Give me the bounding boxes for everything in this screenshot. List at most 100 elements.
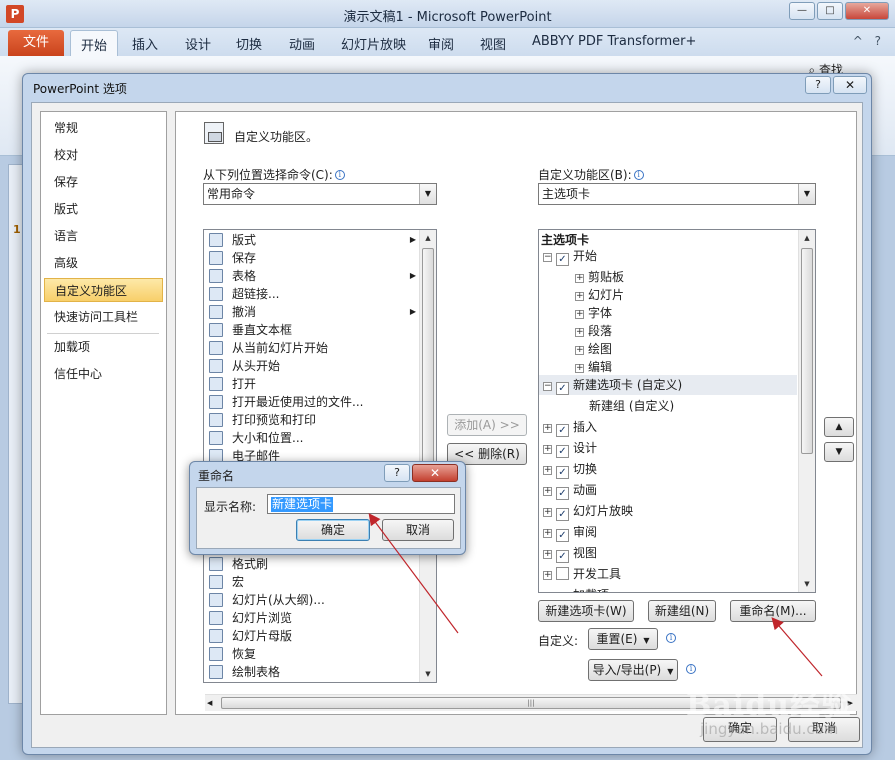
command-item[interactable]: 表格 ▶ [206, 267, 418, 285]
nav-layout[interactable]: 版式 [44, 197, 163, 221]
customize-ribbon-dropdown[interactable]: 主选项卡 ▼ [538, 183, 816, 205]
tree-item[interactable]: + 剪贴板 [539, 267, 797, 285]
tree-item[interactable]: + ✓ 审阅 [539, 522, 797, 542]
command-item[interactable]: 宏 [206, 573, 418, 591]
command-item[interactable]: 从当前幻灯片开始 [206, 339, 418, 357]
expand-icon[interactable]: + [543, 487, 552, 496]
tab-transitions[interactable]: 切换 [236, 34, 262, 53]
tree-item[interactable]: + 绘图 [539, 339, 797, 357]
command-item[interactable]: 版式 ▶ [206, 231, 418, 249]
tab-insert[interactable]: 插入 [132, 34, 158, 53]
command-item[interactable]: 恢复 [206, 645, 418, 663]
rename-ok-button[interactable]: 确定 [296, 519, 370, 541]
tab-abbyy[interactable]: ABBYY PDF Transformer+ [532, 34, 696, 49]
rename-cancel-button[interactable]: 取消 [382, 519, 454, 541]
tab-checkbox[interactable]: ✓ [556, 424, 569, 437]
expand-icon[interactable]: + [543, 445, 552, 454]
tree-item[interactable]: − ✓ 新建选项卡 (自定义) [539, 375, 797, 395]
dialog-close-button[interactable]: ✕ [833, 76, 867, 94]
tree-item[interactable]: + 段落 [539, 321, 797, 339]
expand-icon[interactable]: + [575, 346, 584, 355]
help-button[interactable]: ? [805, 76, 831, 94]
help-button[interactable]: ? [384, 464, 410, 482]
command-item[interactable]: 撤消 ▶ [206, 303, 418, 321]
rename-close-button[interactable]: ✕ [412, 464, 458, 482]
command-item[interactable]: 幻灯片母版 [206, 627, 418, 645]
expand-icon[interactable]: + [575, 364, 584, 373]
rename-button[interactable]: 重命名(M)... [730, 600, 816, 622]
move-down-button[interactable]: ▼ [824, 442, 854, 462]
nav-advanced[interactable]: 高级 [44, 251, 163, 275]
command-item[interactable]: 幻灯片浏览 [206, 609, 418, 627]
tab-slideshow[interactable]: 幻灯片放映 [341, 34, 406, 53]
tree-item[interactable]: − ✓ 开始 [539, 246, 797, 266]
commands-list[interactable]: 版式 ▶ 保存 表格 ▶ 超链接... 撤消 ▶ 垂直文本框 从当前幻灯片开始 从头开始 打开 打开最近… [203, 229, 437, 683]
scroll-up-arrow[interactable]: ▲ [420, 230, 436, 246]
command-item[interactable]: 大小和位置... [206, 429, 418, 447]
command-item[interactable]: 打开 [206, 375, 418, 393]
scroll-down-arrow[interactable]: ▼ [799, 576, 815, 592]
minimize-button[interactable]: — [789, 2, 815, 20]
tab-view[interactable]: 视图 [480, 34, 506, 53]
new-tab-button[interactable]: 新建选项卡(W) [538, 600, 634, 622]
nav-save[interactable]: 保存 [44, 170, 163, 194]
nav-proofing[interactable]: 校对 [44, 143, 163, 167]
nav-quick-access-toolbar[interactable]: 快速访问工具栏 [44, 305, 163, 329]
scroll-up-arrow[interactable]: ▲ [799, 230, 815, 246]
tab-checkbox[interactable]: ✓ [556, 445, 569, 458]
reset-button[interactable]: 重置(E) ▼ [588, 628, 658, 650]
expand-icon[interactable]: + [543, 424, 552, 433]
command-item[interactable]: 打印预览和打印 [206, 411, 418, 429]
ribbon-tree[interactable]: 主选项卡 − ✓ 开始 + 剪贴板 + 幻灯片 + 字体 + 段落 + 绘图 + 编辑 − ✓ 新建选项卡 (自定… [538, 229, 816, 593]
nav-add-ins[interactable]: 加载项 [44, 335, 163, 359]
scroll-left-arrow[interactable]: ◀ [207, 695, 212, 712]
nav-general[interactable]: 常规 [44, 116, 163, 140]
tree-item[interactable]: + 字体 [539, 303, 797, 321]
tree-item[interactable]: + 幻灯片 [539, 285, 797, 303]
command-item[interactable]: 格式刷 [206, 555, 418, 573]
tab-checkbox[interactable]: ✓ [556, 487, 569, 500]
tab-checkbox[interactable] [556, 567, 569, 580]
tab-animations[interactable]: 动画 [289, 34, 315, 53]
tab-checkbox[interactable]: ✓ [556, 382, 569, 395]
tab-checkbox[interactable]: ✓ [556, 253, 569, 266]
ribbon-options-icons[interactable]: ^ ? [853, 34, 885, 48]
command-item[interactable]: 幻灯片(从大纲)... [206, 591, 418, 609]
tab-checkbox[interactable]: ✓ [556, 592, 569, 593]
tab-home[interactable]: 开始 [70, 30, 119, 56]
expand-icon[interactable]: + [543, 529, 552, 538]
tree-item[interactable]: +✓加载项 [539, 585, 797, 593]
command-item[interactable]: 从头开始 [206, 357, 418, 375]
tree-item[interactable]: 新建组 (自定义) [539, 396, 797, 416]
tab-design[interactable]: 设计 [185, 34, 211, 53]
expand-icon[interactable]: + [544, 592, 552, 593]
collapse-icon[interactable]: − [543, 253, 552, 262]
expand-icon[interactable]: + [543, 571, 552, 580]
tree-item[interactable]: + ✓ 切换 [539, 459, 797, 479]
new-group-button[interactable]: 新建组(N) [648, 600, 716, 622]
tab-checkbox[interactable]: ✓ [556, 466, 569, 479]
move-up-button[interactable]: ▲ [824, 417, 854, 437]
nav-language[interactable]: 语言 [44, 224, 163, 248]
nav-customize-ribbon[interactable]: 自定义功能区 [44, 278, 163, 302]
command-item[interactable]: 打开最近使用过的文件... [206, 393, 418, 411]
commands-scrollbar[interactable]: ▲ ▼ [419, 230, 436, 682]
expand-icon[interactable]: + [543, 466, 552, 475]
maximize-button[interactable]: □ [817, 2, 843, 20]
tree-item[interactable]: + ✓ 幻灯片放映 [539, 501, 797, 521]
scroll-down-arrow[interactable]: ▼ [420, 666, 436, 682]
command-item[interactable]: 垂直文本框 [206, 321, 418, 339]
tree-item[interactable]: + ✓ 设计 [539, 438, 797, 458]
import-export-button[interactable]: 导入/导出(P) ▼ [588, 659, 678, 681]
file-tab[interactable]: 文件 [8, 30, 64, 56]
choose-commands-dropdown[interactable]: 常用命令 ▼ [203, 183, 437, 205]
scroll-thumb[interactable] [801, 248, 813, 454]
tree-item[interactable]: + ✓ 视图 [539, 543, 797, 563]
tab-checkbox[interactable]: ✓ [556, 508, 569, 521]
display-name-input[interactable]: 新建选项卡 [267, 494, 455, 514]
close-button[interactable]: ✕ [845, 2, 889, 20]
add-button[interactable]: 添加(A) >> [447, 414, 527, 436]
tree-item[interactable]: + 编辑 [539, 357, 797, 375]
command-item[interactable]: 绘制表格 [206, 663, 418, 681]
expand-icon[interactable]: + [575, 310, 584, 319]
